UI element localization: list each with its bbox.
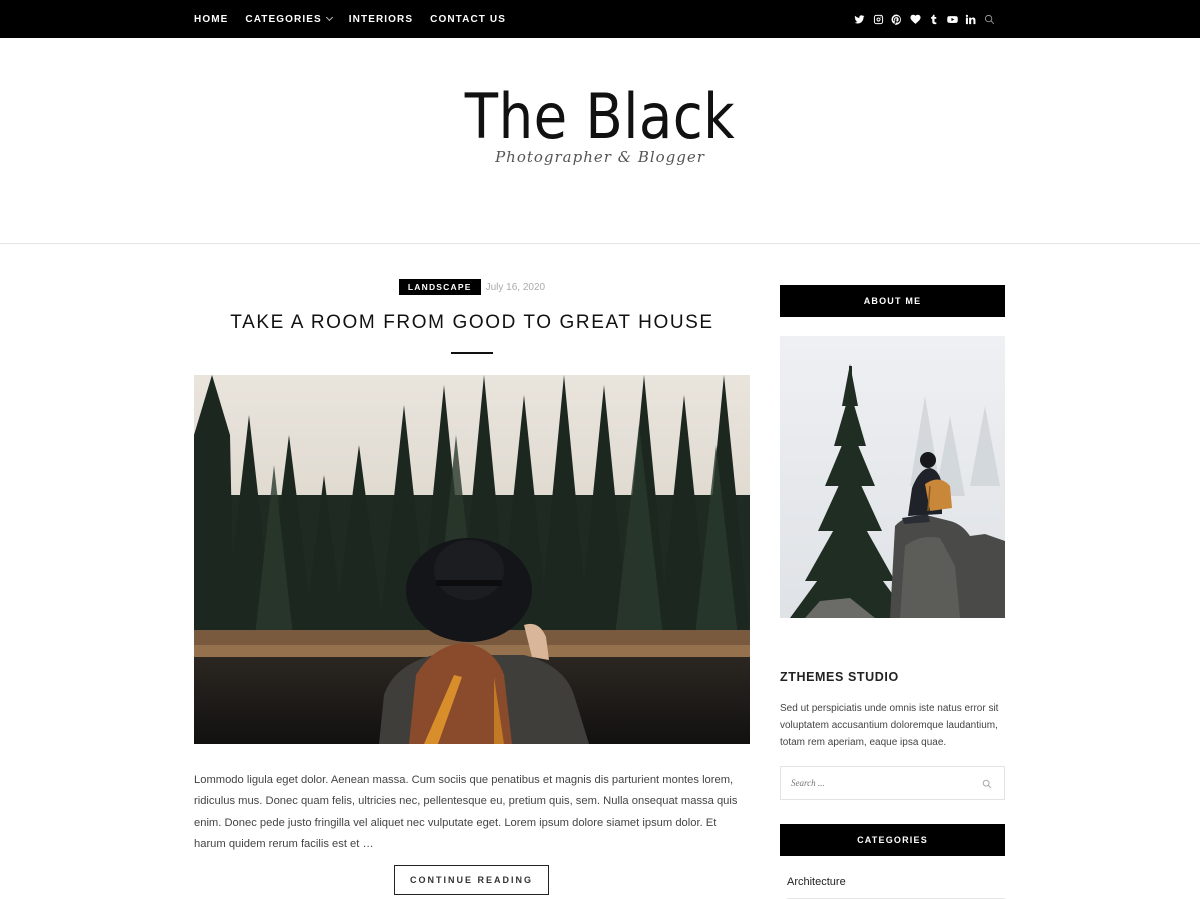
post-category-badge[interactable]: LANDSCAPE bbox=[398, 279, 481, 295]
continue-reading-button[interactable]: CONTINUE READING bbox=[394, 865, 549, 895]
pinterest-icon[interactable] bbox=[891, 13, 903, 25]
about-me-heading: ABOUT ME bbox=[780, 285, 1005, 317]
post-date: July 16, 2020 bbox=[485, 281, 546, 293]
about-me-image bbox=[780, 336, 1005, 618]
site-header: The Black Photographer & Blogger bbox=[0, 38, 1200, 244]
sidebar-search bbox=[780, 766, 1005, 800]
linkedin-icon[interactable] bbox=[965, 13, 977, 25]
social-links bbox=[847, 0, 995, 38]
post-title[interactable]: TAKE A ROOM FROM GOOD TO GREAT HOUSE bbox=[194, 312, 750, 334]
site-logo[interactable]: The Black bbox=[72, 80, 1128, 153]
category-item-architecture[interactable]: Architecture bbox=[787, 876, 846, 888]
nav-item-contact-us[interactable]: CONTACT US bbox=[430, 14, 506, 25]
title-divider bbox=[451, 352, 493, 354]
nav-item-home[interactable]: HOME bbox=[194, 14, 228, 25]
search-icon[interactable] bbox=[982, 779, 992, 789]
post-excerpt: Lommodo ligula eget dolor. Aenean massa.… bbox=[194, 774, 738, 850]
instagram-icon[interactable] bbox=[872, 13, 884, 25]
top-bar: HOME CATEGORIES INTERIORS CONTACT US bbox=[0, 0, 1200, 38]
studio-title: ZTHEMES STUDIO bbox=[780, 670, 899, 684]
post-meta: LANDSCAPE July 16, 2020 bbox=[194, 279, 750, 295]
search-input[interactable] bbox=[791, 778, 971, 788]
youtube-icon[interactable] bbox=[946, 13, 958, 25]
site-tagline: Photographer & Blogger bbox=[495, 148, 705, 166]
nav-item-categories-label: CATEGORIES bbox=[245, 13, 322, 25]
main-nav: HOME CATEGORIES INTERIORS CONTACT US bbox=[194, 0, 523, 38]
categories-heading: CATEGORIES bbox=[780, 824, 1005, 856]
nav-item-interiors[interactable]: INTERIORS bbox=[349, 14, 413, 25]
studio-description: Sed ut perspiciatis unde omnis iste natu… bbox=[780, 703, 999, 748]
post-featured-image[interactable] bbox=[194, 375, 750, 744]
tumblr-icon[interactable] bbox=[928, 13, 940, 25]
twitter-icon[interactable] bbox=[854, 13, 866, 25]
category-divider bbox=[787, 898, 1005, 899]
bloglovin-icon[interactable] bbox=[909, 13, 921, 25]
chevron-down-icon bbox=[325, 13, 333, 22]
nav-item-categories[interactable]: CATEGORIES bbox=[245, 13, 333, 25]
search-icon[interactable] bbox=[983, 13, 995, 25]
